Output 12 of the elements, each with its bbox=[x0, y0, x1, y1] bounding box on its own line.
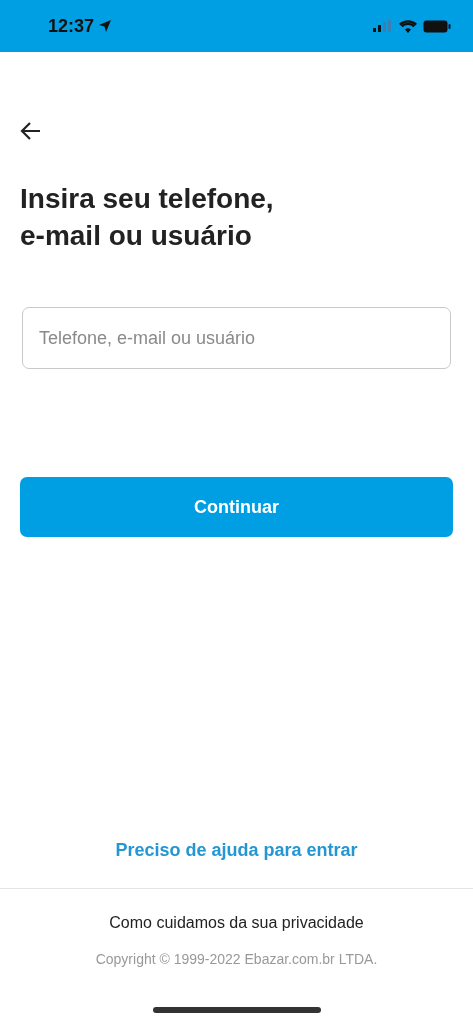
back-button[interactable] bbox=[20, 120, 42, 142]
battery-icon bbox=[423, 19, 451, 33]
location-arrow-icon bbox=[98, 19, 113, 33]
continue-button[interactable]: Continuar bbox=[20, 477, 453, 537]
status-time: 12:37 bbox=[48, 15, 113, 37]
wifi-icon bbox=[399, 19, 417, 33]
help-link[interactable]: Preciso de ajuda para entrar bbox=[115, 840, 358, 861]
login-input-field[interactable]: Telefone, e-mail ou usuário bbox=[22, 307, 451, 369]
signal-icon bbox=[373, 20, 393, 32]
privacy-link[interactable]: Como cuidamos da sua privacidade bbox=[109, 914, 364, 932]
copyright-text: Copyright © 1999-2022 Ebazar.com.br LTDA. bbox=[95, 951, 378, 967]
page-title: Insira seu telefone, e-mail ou usuário bbox=[20, 182, 275, 253]
